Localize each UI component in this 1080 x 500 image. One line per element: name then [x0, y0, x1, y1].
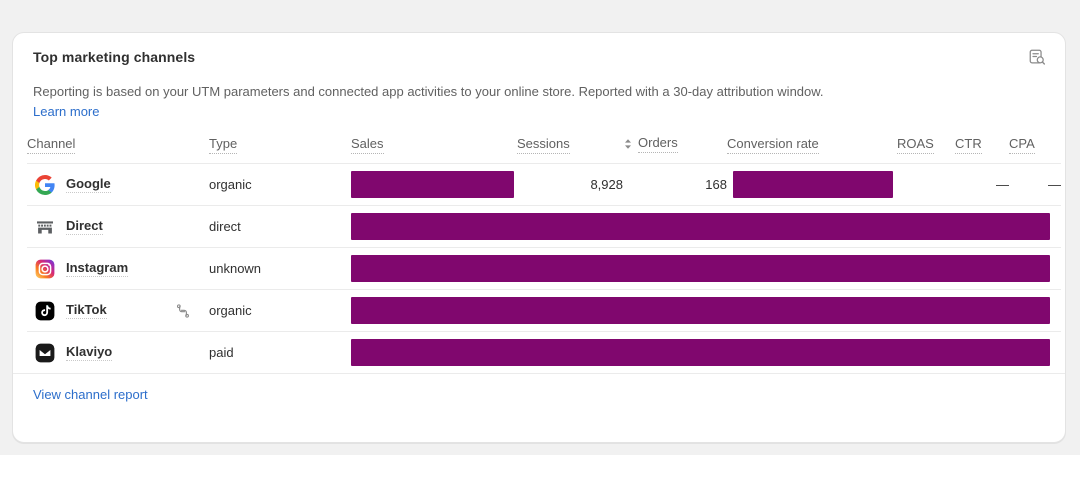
- channel-name[interactable]: Google: [66, 176, 111, 193]
- table-row[interactable]: Klaviyo paid: [27, 331, 1061, 373]
- cell-roas: [897, 163, 955, 206]
- cell-type: organic: [176, 289, 351, 332]
- table-row[interactable]: Google organic 8,928 168 — —: [27, 163, 1061, 206]
- column-header-sales-label: Sales: [351, 136, 384, 154]
- channel-name[interactable]: Direct: [66, 218, 103, 235]
- cell-redacted-metrics: [351, 247, 1061, 290]
- table-row[interactable]: Instagram unknown: [27, 247, 1061, 290]
- column-header-ctr-label: CTR: [955, 136, 982, 154]
- cell-type: direct: [209, 205, 351, 248]
- redacted-metrics-bar: [351, 297, 1050, 324]
- cell-sessions: 8,928: [517, 163, 623, 206]
- column-header-sales[interactable]: Sales: [351, 135, 517, 164]
- column-header-roas-label: ROAS: [897, 136, 934, 154]
- column-header-type-label: Type: [209, 136, 238, 154]
- cell-type: organic: [209, 163, 351, 206]
- column-header-conversion-rate[interactable]: Conversion rate: [727, 135, 897, 164]
- report-search-icon[interactable]: [1023, 43, 1051, 71]
- type-label: unknown: [209, 261, 262, 276]
- learn-more-link[interactable]: Learn more: [33, 102, 99, 121]
- table-container: Channel Type Sales Sessions Orders Conve…: [13, 135, 1065, 373]
- column-header-conversion-rate-label: Conversion rate: [727, 136, 819, 154]
- column-header-sessions-label: Sessions: [517, 136, 570, 154]
- cell-type: paid: [209, 331, 351, 373]
- card-footer: View channel report: [13, 373, 1065, 404]
- type-label: direct: [209, 219, 241, 234]
- column-header-cpa[interactable]: CPA: [1009, 135, 1061, 164]
- channel-name[interactable]: TikTok: [66, 302, 107, 319]
- cell-channel: Instagram: [27, 247, 209, 290]
- screenshot-root: Top marketing channels Reporting is base…: [0, 0, 1080, 500]
- cell-channel: Direct: [27, 205, 209, 248]
- branch-flow-icon: [175, 303, 191, 319]
- cell-redacted-metrics: [351, 205, 1061, 248]
- top-marketing-channels-card: Top marketing channels Reporting is base…: [12, 32, 1066, 443]
- view-channel-report-link[interactable]: View channel report: [33, 387, 148, 402]
- cell-cpa: —: [1009, 163, 1061, 206]
- redacted-metrics-bar: [351, 213, 1050, 240]
- column-header-type[interactable]: Type: [209, 135, 351, 164]
- klaviyo-icon: [35, 343, 55, 363]
- channel-name[interactable]: Instagram: [66, 260, 129, 277]
- type-label: paid: [209, 345, 234, 360]
- cell-sales: [351, 163, 517, 206]
- cell-channel: Google: [27, 163, 209, 206]
- tiktok-icon: [35, 301, 55, 321]
- table-body: Google organic 8,928 168 — — Direct dire…: [27, 163, 1061, 373]
- redacted-sales-bar: [351, 171, 514, 198]
- redacted-metrics-bar: [351, 255, 1050, 282]
- cell-ctr: —: [955, 163, 1009, 206]
- page-title: Top marketing channels: [33, 49, 196, 65]
- table-header-row: Channel Type Sales Sessions Orders Conve…: [27, 135, 1061, 164]
- storefront-icon: [35, 217, 55, 237]
- channel-name[interactable]: Klaviyo: [66, 344, 113, 361]
- type-label: organic: [209, 303, 252, 318]
- column-header-cpa-label: CPA: [1009, 136, 1035, 154]
- column-header-ctr[interactable]: CTR: [955, 135, 1009, 164]
- google-icon: [35, 174, 55, 195]
- column-header-channel-label: Channel: [27, 136, 76, 154]
- cell-orders: 168: [623, 163, 727, 206]
- cell-redacted-metrics: [351, 331, 1061, 373]
- column-header-roas[interactable]: ROAS: [897, 135, 955, 164]
- column-header-channel[interactable]: Channel: [27, 135, 209, 164]
- column-header-sessions[interactable]: Sessions: [517, 135, 623, 164]
- table-row[interactable]: Direct direct: [27, 205, 1061, 248]
- cell-type: unknown: [209, 247, 351, 290]
- column-header-orders-label: Orders: [638, 135, 678, 153]
- redacted-metrics-bar: [351, 339, 1050, 366]
- table-row[interactable]: TikTok organic: [27, 289, 1061, 332]
- cell-channel: Klaviyo: [27, 331, 209, 373]
- sort-chevrons-icon[interactable]: [623, 137, 633, 151]
- cell-conversion-rate: [727, 163, 897, 206]
- card-header: Top marketing channels Reporting is base…: [13, 33, 1065, 121]
- cell-redacted-metrics: [351, 289, 1061, 332]
- card-description: Reporting is based on your UTM parameter…: [33, 84, 824, 99]
- type-label: organic: [209, 177, 252, 192]
- channels-table: Channel Type Sales Sessions Orders Conve…: [27, 135, 1061, 373]
- redacted-conversion-bar: [733, 171, 893, 198]
- instagram-icon: [35, 259, 55, 279]
- column-header-orders[interactable]: Orders: [623, 135, 727, 164]
